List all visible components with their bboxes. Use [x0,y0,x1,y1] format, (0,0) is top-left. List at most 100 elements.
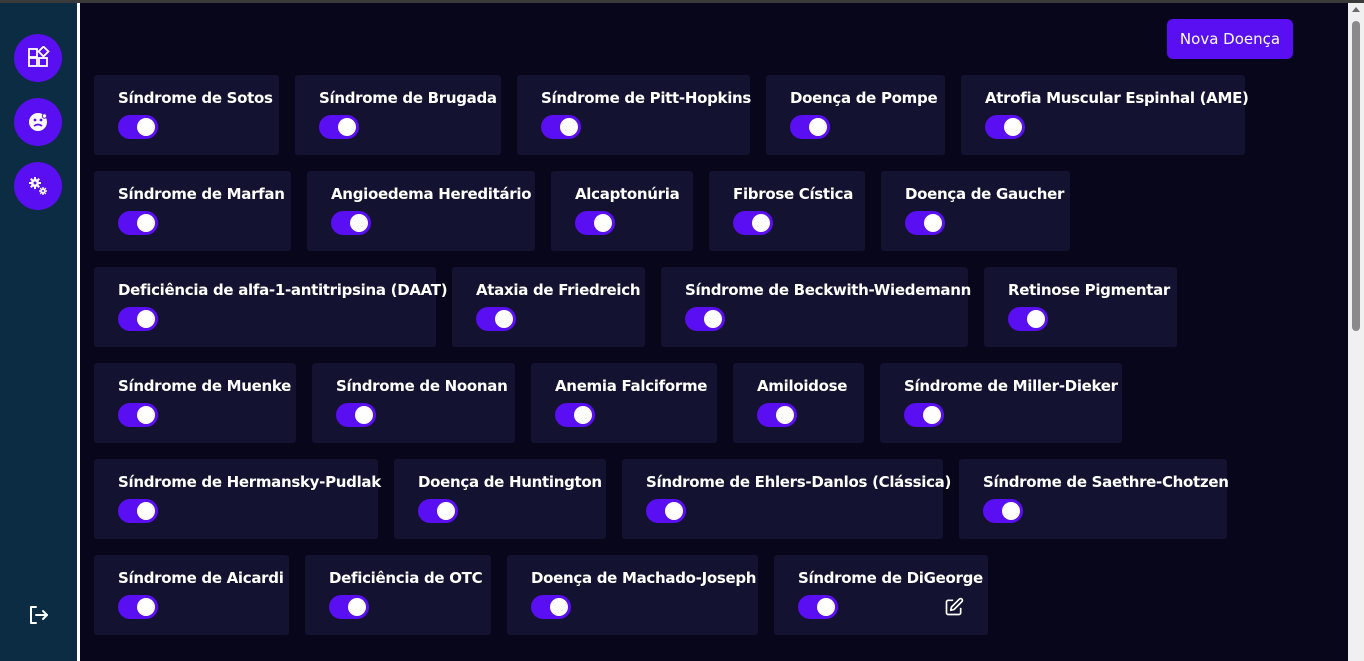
sidebar-item-diseases[interactable] [14,98,62,146]
disease-name: Doença de Machado-Joseph [531,569,757,587]
disease-name: Síndrome de Pitt-Hopkins [541,89,752,107]
disease-name: Síndrome de Ehlers-Danlos (Clássica) [646,473,952,491]
disease-name: Doença de Pompe [790,89,938,107]
disease-card[interactable]: Síndrome de Sotos [94,75,279,155]
disease-card[interactable]: Angioedema Hereditário [307,171,535,251]
disease-card[interactable]: Síndrome de Ehlers-Danlos (Clássica) [622,459,952,539]
disease-card[interactable]: Deficiência de alfa-1-antitripsina (DAAT… [94,267,448,347]
disease-card[interactable]: Amiloidose [733,363,864,443]
disease-active-toggle[interactable] [541,115,581,139]
disease-name: Alcaptonúria [575,185,680,203]
disease-name: Síndrome de Sotos [118,89,273,107]
disease-card[interactable]: Doença de Pompe [766,75,945,155]
disease-active-toggle[interactable] [319,115,359,139]
disease-card[interactable]: Atrofia Muscular Espinhal (AME) [961,75,1249,155]
toggle-knob [338,118,356,136]
disease-card[interactable]: Síndrome de Noonan [312,363,515,443]
settings-gears-icon [29,177,47,195]
disease-card[interactable]: Síndrome de Aicardi [94,555,289,635]
toggle-knob [924,214,942,232]
disease-card[interactable]: Síndrome de DiGeorge [774,555,988,635]
disease-card[interactable]: Síndrome de Hermansky-Pudlak [94,459,381,539]
disease-active-toggle[interactable] [555,403,595,427]
logout-button[interactable] [24,601,52,629]
disease-active-toggle[interactable] [118,211,158,235]
toggle-knob [355,406,373,424]
disease-active-toggle[interactable] [118,595,158,619]
disease-active-toggle[interactable] [798,595,838,619]
toggle-knob [752,214,770,232]
disease-card[interactable]: Anemia Falciforme [531,363,717,443]
toggle-knob [665,502,683,520]
disease-active-toggle[interactable] [646,499,686,523]
disease-active-toggle[interactable] [118,115,158,139]
disease-card[interactable]: Síndrome de Brugada [295,75,501,155]
disease-icon [29,113,48,131]
disease-name: Retinose Pigmentar [1008,281,1170,299]
toggle-knob [348,598,366,616]
main-content: Nova Doença Síndrome de Sotos Síndrome de… [80,3,1348,661]
toggle-knob [137,214,155,232]
disease-active-toggle[interactable] [118,403,158,427]
toggle-knob [495,310,513,328]
disease-name: Síndrome de Muenke [118,377,292,395]
vertical-scrollbar[interactable] [1348,3,1364,661]
disease-card[interactable]: Doença de Gaucher [881,171,1070,251]
disease-card[interactable]: Deficiência de OTC [305,555,491,635]
toggle-knob [704,310,722,328]
toggle-knob [1027,310,1045,328]
toggle-knob [137,406,155,424]
edit-icon[interactable] [944,597,964,617]
disease-name: Ataxia de Friedreich [476,281,641,299]
disease-active-toggle[interactable] [733,211,773,235]
disease-card[interactable]: Alcaptonúria [551,171,693,251]
disease-active-toggle[interactable] [904,403,944,427]
disease-active-toggle[interactable] [985,115,1025,139]
disease-name: Síndrome de Brugada [319,89,497,107]
disease-name: Anemia Falciforme [555,377,708,395]
disease-card[interactable]: Síndrome de Beckwith-Wiedemann [661,267,971,347]
disease-active-toggle[interactable] [531,595,571,619]
disease-card[interactable]: Doença de Huntington [394,459,606,539]
disease-card[interactable]: Doença de Machado-Joseph [507,555,758,635]
disease-active-toggle[interactable] [476,307,516,331]
disease-card[interactable]: Síndrome de Marfan [94,171,291,251]
scroll-up-arrow-icon[interactable] [1352,7,1360,12]
toggle-knob [137,502,155,520]
disease-name: Doença de Gaucher [905,185,1065,203]
disease-active-toggle[interactable] [331,211,371,235]
toggle-knob [560,118,578,136]
disease-name: Angioedema Hereditário [331,185,532,203]
new-disease-button[interactable]: Nova Doença [1167,19,1293,59]
toggle-knob [350,214,368,232]
disease-name: Fibrose Cística [733,185,854,203]
scrollbar-thumb[interactable] [1352,21,1360,331]
disease-active-toggle[interactable] [905,211,945,235]
disease-card[interactable]: Ataxia de Friedreich [452,267,645,347]
disease-active-toggle[interactable] [118,307,158,331]
disease-card[interactable]: Síndrome de Miller-Dieker [880,363,1122,443]
disease-active-toggle[interactable] [790,115,830,139]
disease-card[interactable]: Síndrome de Pitt-Hopkins [517,75,752,155]
toggle-knob [137,118,155,136]
disease-active-toggle[interactable] [983,499,1023,523]
disease-active-toggle[interactable] [757,403,797,427]
disease-card[interactable]: Síndrome de Saethre-Chotzen [959,459,1229,539]
sidebar-item-dashboard[interactable] [14,34,62,82]
disease-active-toggle[interactable] [575,211,615,235]
disease-active-toggle[interactable] [336,403,376,427]
disease-active-toggle[interactable] [329,595,369,619]
dashboard-icon [28,46,50,67]
disease-name: Deficiência de OTC [329,569,483,587]
disease-active-toggle[interactable] [418,499,458,523]
toggle-knob [1002,502,1020,520]
disease-active-toggle[interactable] [1008,307,1048,331]
disease-card[interactable]: Síndrome de Muenke [94,363,296,443]
disease-active-toggle[interactable] [685,307,725,331]
toggle-knob [809,118,827,136]
disease-card[interactable]: Retinose Pigmentar [984,267,1177,347]
sidebar-item-settings[interactable] [14,162,62,210]
toggle-knob [550,598,568,616]
disease-active-toggle[interactable] [118,499,158,523]
disease-card[interactable]: Fibrose Cística [709,171,865,251]
